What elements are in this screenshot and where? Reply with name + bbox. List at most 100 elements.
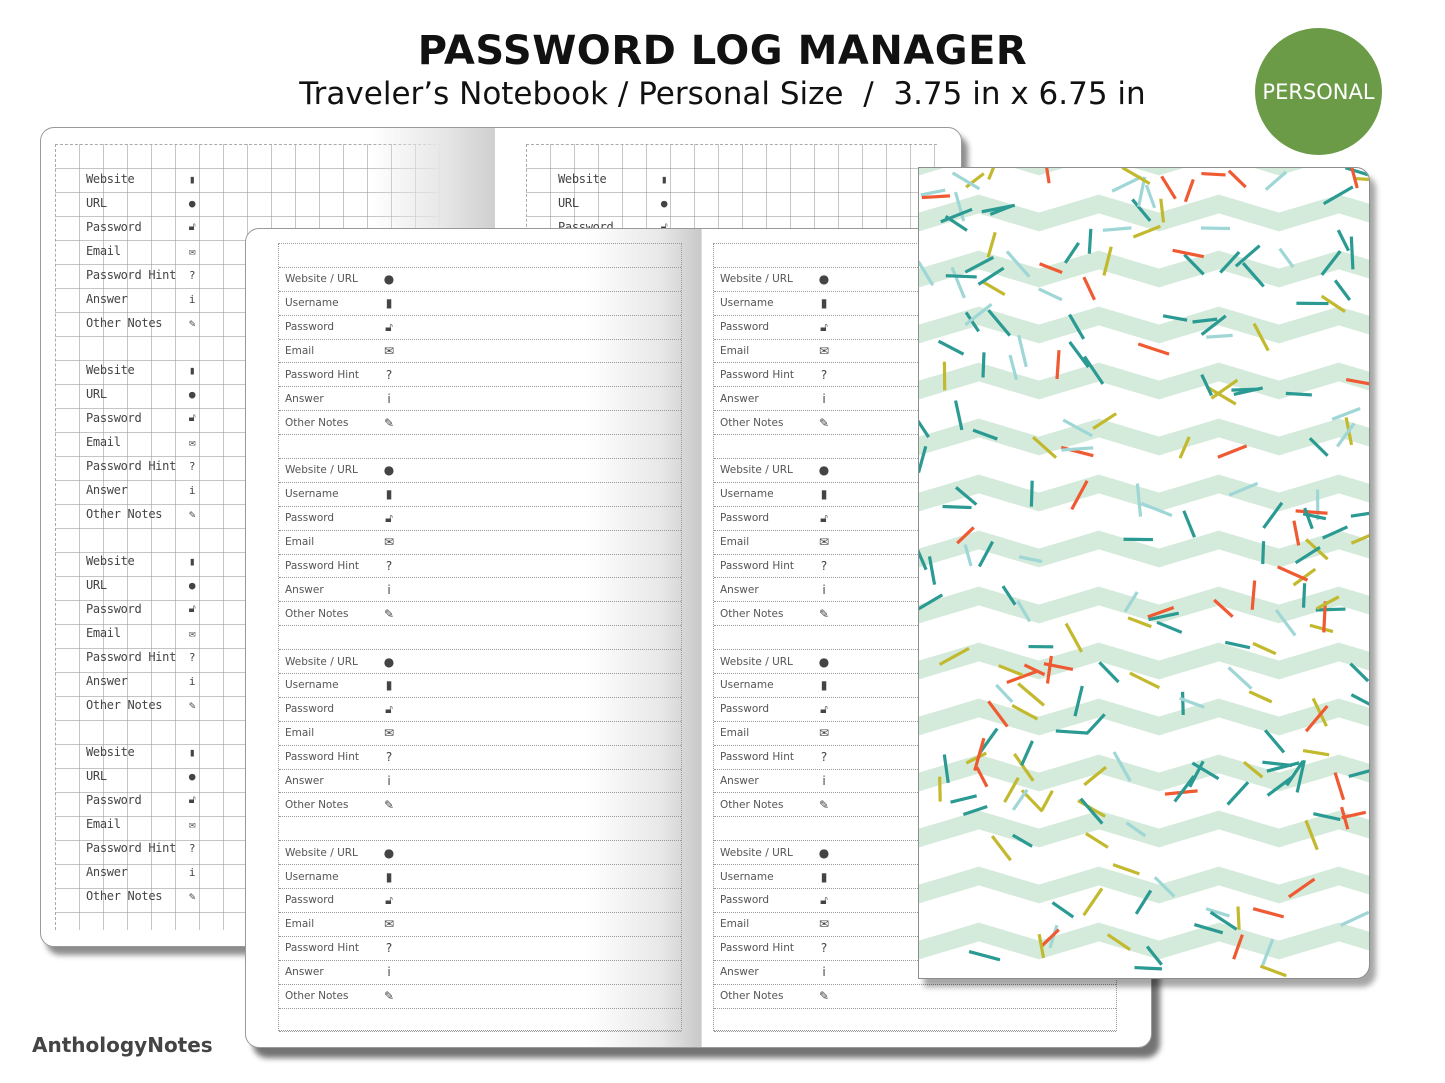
sprinkle [1355,176,1369,182]
entry-field-row[interactable]: Website / URL ● [279,268,681,292]
globe-icon: ● [383,654,395,669]
sprinkle [1333,279,1352,301]
sprinkle [1029,480,1034,507]
cover-pattern [919,168,1369,978]
unlock-icon: 🔓︎ [820,510,828,525]
unlock-icon: 🔓︎ [188,602,196,615]
field-label: Other Notes [720,990,784,1003]
entry-field-row[interactable]: Answer i [279,961,681,985]
info-icon: i [188,483,196,497]
sprinkle [1206,333,1233,339]
front-notebook-spine [701,229,702,1047]
blank-row [279,244,681,268]
bookmark-icon: ▮ [660,172,668,186]
entry-field-row[interactable]: Username ▮ [279,674,681,698]
blank-row [279,435,681,460]
question-icon: ? [385,941,393,956]
entry-field-row[interactable]: Answer i [279,387,681,412]
entry-field-row[interactable]: Username ▮ [279,865,681,890]
entry-field-row: Password Hint? [81,836,261,860]
globe-icon: ● [188,196,196,210]
field-label: Password Hint [720,942,794,955]
entry-field-row[interactable]: Email ✉ [279,531,681,555]
entry-field-row[interactable]: Email ✉ [279,722,681,746]
entry-field-row[interactable]: Username ▮ [279,483,681,507]
globe-icon: ● [818,272,830,287]
field-label: Password [285,894,335,907]
field-label: Answer [285,583,324,596]
entry-field-row: Email ✉ [81,239,261,263]
sprinkle [1102,226,1132,232]
info-icon: i [387,582,391,597]
entry-field-row[interactable]: Username ▮ [279,292,681,316]
entry-field-row[interactable]: Password Hint? [279,937,681,961]
zigzag-band [919,474,1369,512]
sprinkle [1301,583,1307,608]
field-label: Other Notes [285,798,349,811]
sprinkle [1252,641,1277,656]
entry-field-row[interactable]: Password 🔓︎ [279,507,681,531]
field-label: Other Notes [720,416,784,429]
entry-field-row[interactable]: Other Notes ✎ [279,602,681,627]
field-label: Website / URL [285,846,358,859]
field-label: Website / URL [720,655,793,668]
page-title: PASSWORD LOG MANAGER [417,28,1028,74]
entry-field-row: Other Notes ✎ [81,884,261,908]
pencil-icon: ✎ [818,989,830,1004]
zigzag-band [919,586,1369,624]
entry-field-row[interactable]: Website / URL ● [279,459,681,483]
entry-field-row[interactable]: Email ✉ [279,913,681,937]
blank-row [279,817,681,842]
field-label: Website [86,172,135,186]
entry-field-row[interactable]: Password Hint? [279,555,681,579]
info-icon: i [822,391,826,406]
entry-field-row[interactable]: Website / URL ● [279,841,681,866]
entry-field-row: Email ✉ [81,621,261,645]
sprinkle [1020,740,1034,767]
entry-field-row[interactable]: Password 🔓︎ [279,316,681,340]
unlock-icon: 🔓︎ [820,319,828,334]
bookmark-icon: ▮ [820,487,828,502]
entry-field-row[interactable]: Answer i [279,770,681,794]
unlock-icon: 🔓︎ [188,411,196,424]
entry-field-row[interactable]: Other Notes ✎ [279,793,681,818]
entry-field-row[interactable]: Password Hint? [279,363,681,388]
sprinkle [1333,772,1346,801]
envelope-icon: ✉ [818,917,830,932]
entry-field-row[interactable]: Password Hint? [279,746,681,770]
sprinkle [1259,964,1287,978]
entry-field-row[interactable]: Password 🔓︎ [279,889,681,913]
field-label: Answer [720,966,759,979]
sprinkle [1276,565,1309,582]
field-label: URL [86,196,107,210]
entry-field-row: Email ✉ [81,812,261,836]
field-label: Password Hint [285,751,359,764]
field-label: Answer [720,775,759,788]
sprinkle [919,419,930,439]
bookmark-icon: ▮ [385,296,393,311]
sprinkle [1227,169,1247,189]
field-label: Username [720,870,774,883]
sprinkle [1340,910,1369,927]
entry-field-row: Email ✉ [81,430,261,454]
sprinkle [1082,276,1096,301]
field-label: Other Notes [86,316,163,330]
entry-field-row[interactable]: Password 🔓︎ [279,698,681,722]
entry-field-row[interactable]: Other Notes ✎ [714,985,1116,1009]
entry-field-row[interactable]: Answer i [279,578,681,603]
field-label: Other Notes [86,507,163,521]
entry-field-row[interactable]: Other Notes ✎ [279,985,681,1009]
entry-field-row: Password 🔓︎ [81,215,261,239]
sprinkle [921,194,951,200]
sprinkle [1017,682,1046,707]
question-icon: ? [188,841,196,855]
entry-field-row[interactable]: Website / URL ● [279,650,681,675]
entry-field-row: Website ▮ [81,549,261,573]
field-label: Email [720,727,750,740]
envelope-icon: ✉ [188,817,196,831]
entry-field-row[interactable]: Email ✉ [279,340,681,364]
unlock-icon: 🔓︎ [188,793,196,806]
entry-field-row[interactable]: Other Notes ✎ [279,411,681,436]
sprinkle [1292,520,1301,546]
field-label: Username [720,679,774,692]
